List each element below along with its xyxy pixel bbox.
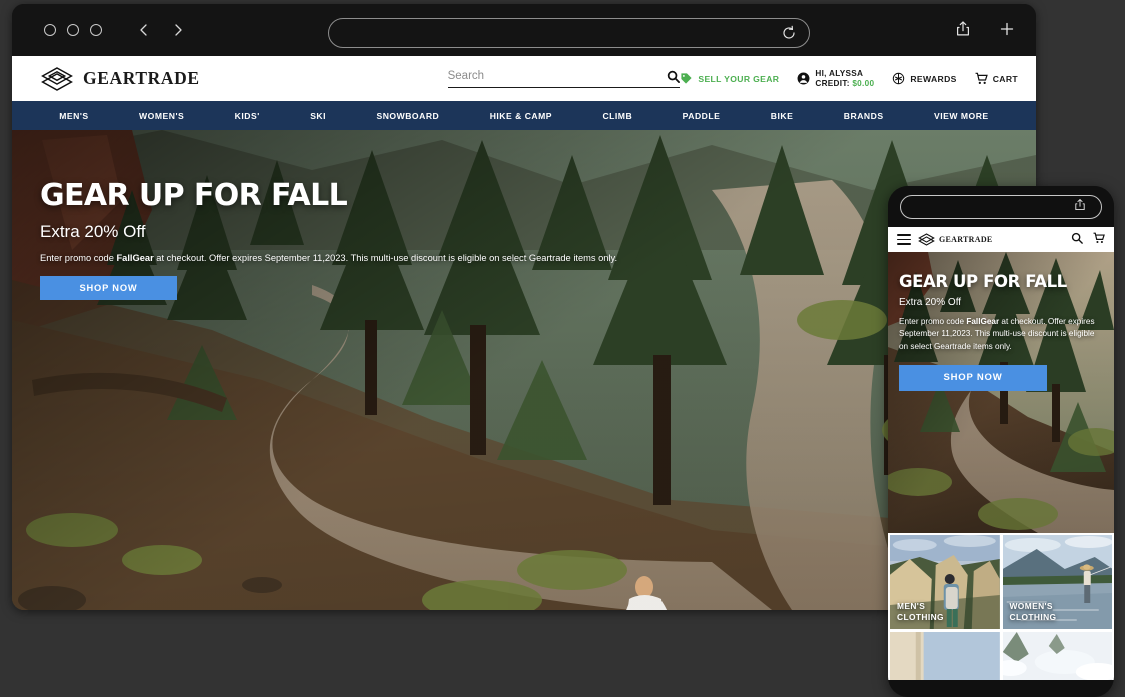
womens-clothing-tile-label: WOMEN'S CLOTHING: [1010, 601, 1057, 622]
hero-banner: GEAR UP FOR FALL Extra 20% Off Enter pro…: [12, 130, 1036, 610]
close-dot-icon[interactable]: [44, 24, 56, 36]
browser-toolbar-right: [954, 20, 1016, 38]
sell-your-gear-button[interactable]: SELL YOUR GEAR: [680, 72, 779, 85]
mobile-hero-title: GEAR UP FOR FALL: [899, 272, 1067, 291]
share-icon[interactable]: [954, 20, 972, 38]
mobile-shop-now-button[interactable]: SHOP NOW: [899, 364, 1047, 391]
mobile-hero-promo-code: FallGear: [966, 317, 1000, 326]
mobile-hero-content: GEAR UP FOR FALL Extra 20% Off Enter pro…: [899, 272, 1100, 391]
site-brand-name: GEARTRADE: [83, 68, 200, 88]
mobile-browser-chrome: [888, 186, 1114, 227]
main-navigation: MEN'S WOMEN'S KIDS' SKI SNOWBOARD HIKE &…: [12, 101, 1036, 130]
tile-label-line2: CLOTHING: [1009, 611, 1057, 622]
cart-button[interactable]: CART: [975, 72, 1018, 85]
sell-your-gear-label: SELL YOUR GEAR: [698, 73, 780, 84]
geartrade-logo-icon: [918, 233, 935, 246]
search-icon[interactable]: [1071, 231, 1083, 249]
category-tile-partial-right[interactable]: [1002, 632, 1112, 680]
credit-label: CREDIT:: [815, 78, 853, 88]
nav-item-hike-and-camp[interactable]: HIKE & CAMP: [490, 111, 552, 121]
hero-desc-pre: Enter promo code: [40, 253, 117, 263]
nav-item-bike[interactable]: BIKE: [771, 111, 794, 121]
chevron-left-icon[interactable]: [136, 22, 152, 38]
search-icon[interactable]: [667, 70, 681, 83]
nav-item-view-more[interactable]: VIEW MORE: [934, 111, 989, 121]
account-greeting: HI, ALYSSA: [815, 68, 864, 78]
nav-item-snowboard[interactable]: SNOWBOARD: [376, 111, 439, 121]
category-tile-mens-clothing[interactable]: MEN'S CLOTHING: [890, 535, 1000, 629]
mobile-brand-name: GEARTRADE: [939, 235, 993, 244]
mens-clothing-tile-label: MEN'S CLOTHING: [897, 601, 944, 622]
hero-promo-code: FallGear: [116, 253, 154, 263]
tag-icon: [680, 72, 693, 85]
shop-now-button[interactable]: SHOP NOW: [40, 276, 177, 300]
hero-content: GEAR UP FOR FALL Extra 20% Off Enter pro…: [40, 178, 660, 300]
nav-item-ski[interactable]: SKI: [310, 111, 326, 121]
cart-icon: [975, 72, 988, 85]
search-box[interactable]: [447, 70, 681, 88]
category-tile-womens-clothing[interactable]: WOMEN'S CLOTHING: [1002, 535, 1112, 629]
partial-tile-right-image: [1002, 632, 1112, 680]
site-logo[interactable]: GEARTRADE: [40, 66, 200, 92]
mobile-site-header: GEARTRADE: [888, 227, 1114, 252]
hero-title: GEAR UP FOR FALL: [40, 178, 348, 213]
account-info: HI, ALYSSA CREDIT: $0.00: [815, 69, 874, 88]
mobile-hero-banner: GEAR UP FOR FALL Extra 20% Off Enter pro…: [888, 252, 1114, 533]
plus-icon[interactable]: [998, 20, 1016, 38]
cart-icon[interactable]: [1093, 231, 1105, 249]
maximize-dot-icon[interactable]: [90, 24, 102, 36]
mobile-site-logo[interactable]: GEARTRADE: [918, 233, 993, 246]
cart-label: CART: [992, 73, 1018, 84]
mobile-header-actions: [1071, 231, 1105, 249]
hamburger-menu-icon[interactable]: [897, 234, 911, 245]
user-icon: [797, 72, 810, 85]
mobile-address-bar[interactable]: [900, 194, 1102, 219]
nav-item-brands[interactable]: BRANDS: [844, 111, 884, 121]
rewards-button[interactable]: REWARDS: [892, 72, 956, 85]
window-controls[interactable]: [44, 24, 102, 36]
site-header: GEARTRADE SELL YOUR GEAR HI, ALYSSA: [12, 56, 1036, 101]
geartrade-logo-icon: [40, 66, 74, 92]
credit-amount: $0.00: [852, 78, 875, 88]
browser-chrome: [12, 4, 1036, 56]
address-bar[interactable]: [328, 18, 810, 48]
hero-description: Enter promo code FallGear at checkout. O…: [40, 253, 660, 263]
account-button[interactable]: HI, ALYSSA CREDIT: $0.00: [797, 69, 874, 88]
chevron-right-icon[interactable]: [170, 22, 186, 38]
hero-desc-post: at checkout. Offer expires September 11,…: [153, 253, 618, 263]
nav-item-paddle[interactable]: PADDLE: [683, 111, 721, 121]
tile-label-line2: CLOTHING: [897, 611, 944, 622]
browser-nav-arrows: [136, 22, 186, 38]
rewards-label: REWARDS: [910, 73, 957, 84]
rewards-icon: [892, 72, 905, 85]
mobile-category-tiles: MEN'S CLOTHING WOMEN'S CLOTHING: [888, 533, 1114, 680]
partial-tile-left-image: [890, 632, 1000, 680]
nav-item-kids[interactable]: KIDS': [235, 111, 260, 121]
account-credit: CREDIT: $0.00: [815, 79, 874, 89]
header-actions: SELL YOUR GEAR HI, ALYSSA CREDIT: $0.00 …: [680, 69, 1018, 88]
mobile-hero-description: Enter promo code FallGear at checkout. O…: [899, 316, 1100, 353]
desktop-browser-window: GEARTRADE SELL YOUR GEAR HI, ALYSSA: [12, 4, 1036, 610]
share-icon[interactable]: [1073, 198, 1091, 216]
reload-icon[interactable]: [781, 25, 797, 41]
mobile-phone-mockup: GEARTRADE GEAR UP FOR FALL Extra 20% Off…: [888, 186, 1114, 697]
mobile-hero-subtitle: Extra 20% Off: [899, 297, 962, 308]
mobile-hero-desc-pre: Enter promo code: [899, 317, 967, 326]
nav-item-womens[interactable]: WOMEN'S: [139, 111, 184, 121]
tile-label-line1: WOMEN'S: [1009, 601, 1053, 611]
tile-label-line1: MEN'S: [897, 601, 926, 611]
hero-subtitle: Extra 20% Off: [40, 222, 146, 241]
nav-item-climb[interactable]: CLIMB: [602, 111, 632, 121]
category-tile-partial-left[interactable]: [890, 632, 1000, 680]
minimize-dot-icon[interactable]: [67, 24, 79, 36]
nav-item-mens[interactable]: MEN'S: [59, 111, 88, 121]
search-input[interactable]: [447, 70, 668, 82]
